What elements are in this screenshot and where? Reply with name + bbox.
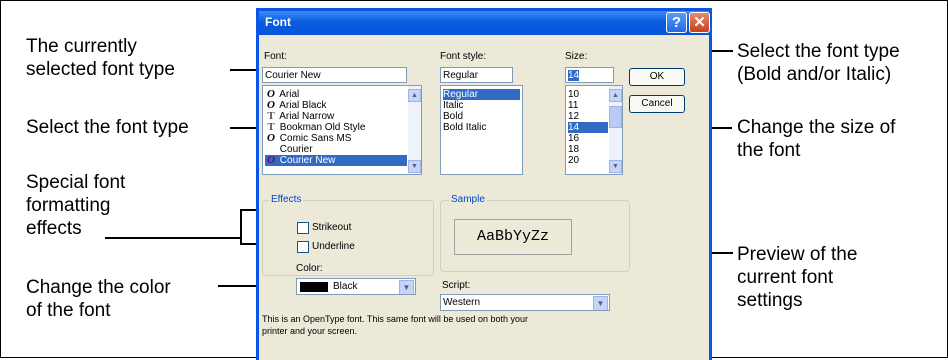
annotation-effects: Special font formatting effects <box>26 172 126 239</box>
size-input[interactable]: 14 <box>565 67 614 83</box>
annotation-selected-font: The currently selected font type <box>26 36 175 80</box>
strikeout-label: Strikeout <box>312 222 352 233</box>
font-list-item[interactable]: Courier <box>265 144 407 155</box>
opentype-icon: O <box>267 132 275 144</box>
help-button[interactable]: ? <box>666 12 687 33</box>
opentype-icon: O <box>267 154 275 166</box>
font-style-item[interactable]: Bold <box>443 111 520 122</box>
font-style-item-selected[interactable]: Regular <box>443 89 520 100</box>
chevron-down-icon[interactable]: ▼ <box>399 280 414 294</box>
annotation-style: Select the font type (Bold and/or Italic) <box>737 41 900 85</box>
size-item[interactable]: 20 <box>568 155 608 166</box>
cancel-button[interactable]: Cancel <box>629 95 685 113</box>
annotation-select-font: Select the font type <box>26 117 189 138</box>
font-list-item[interactable]: O Comic Sans MS <box>265 132 407 145</box>
font-name-input[interactable]: Courier New <box>262 67 407 83</box>
sample-title: Sample <box>449 194 487 205</box>
scroll-down-icon[interactable]: ▼ <box>408 160 421 173</box>
bracket-effects <box>240 209 242 245</box>
font-info-note: This is an OpenType font. This same font… <box>262 314 528 336</box>
annotation-preview: Preview of the current font settings <box>737 244 858 311</box>
size-item[interactable]: 18 <box>568 144 608 155</box>
font-list[interactable]: O Arial O Arial Black T Arial Narrow T B… <box>262 85 422 175</box>
size-item[interactable]: 11 <box>568 100 608 111</box>
sample-preview: AaBbYyZz <box>454 219 572 255</box>
font-label: Font: <box>264 51 287 62</box>
chevron-down-icon[interactable]: ▼ <box>593 296 608 310</box>
effects-title: Effects <box>269 194 304 205</box>
font-style-item[interactable]: Italic <box>443 100 520 111</box>
scroll-up-icon[interactable]: ▲ <box>408 89 421 102</box>
size-item-selected[interactable]: 14 <box>568 122 608 133</box>
scroll-up-icon[interactable]: ▲ <box>609 89 622 102</box>
scroll-thumb[interactable] <box>609 106 622 128</box>
close-button[interactable]: ✕ <box>689 12 710 33</box>
size-label: Size: <box>565 51 588 62</box>
scroll-down-icon[interactable]: ▼ <box>609 160 622 173</box>
color-select[interactable]: Black ▼ <box>296 278 416 295</box>
underline-label: Underline <box>312 241 355 252</box>
size-item[interactable]: 16 <box>568 133 608 144</box>
font-style-list[interactable]: Regular Italic Bold Bold Italic <box>440 85 523 175</box>
font-list-scrollbar[interactable]: ▲ ▼ <box>408 86 421 174</box>
annotation-color: Change the color of the font <box>26 277 171 321</box>
underline-checkbox[interactable] <box>297 241 309 253</box>
effects-group <box>262 200 434 276</box>
font-dialog: Font ? ✕ Font: Courier New O Arial O Ari… <box>256 8 712 360</box>
font-list-item-selected[interactable]: O Courier New <box>265 155 407 166</box>
script-select[interactable]: Western ▼ <box>440 294 610 311</box>
title-bar[interactable]: Font ? ✕ <box>259 11 710 35</box>
size-item[interactable]: 12 <box>568 111 608 122</box>
font-list-item[interactable]: T Arial Narrow <box>265 111 407 123</box>
font-style-input[interactable]: Regular <box>440 67 513 83</box>
font-style-label: Font style: <box>440 51 487 62</box>
size-item[interactable]: 10 <box>568 89 608 100</box>
script-label: Script: <box>442 280 471 291</box>
font-list-item[interactable]: O Arial Black <box>265 100 407 112</box>
font-list-item[interactable]: T Bookman Old Style <box>265 122 407 134</box>
dialog-title: Font <box>265 15 291 29</box>
size-list[interactable]: 10 11 12 14 16 18 20 ▲ ▼ <box>565 85 623 175</box>
color-label: Color: <box>296 263 323 274</box>
size-list-scrollbar[interactable]: ▲ ▼ <box>609 86 622 174</box>
ok-button[interactable]: OK <box>629 68 685 86</box>
color-swatch <box>300 282 328 292</box>
font-list-item[interactable]: O Arial <box>265 89 407 101</box>
annotation-size: Change the size of the font <box>737 117 896 161</box>
leader-line-effects <box>105 237 241 239</box>
strikeout-checkbox[interactable] <box>297 222 309 234</box>
font-style-item[interactable]: Bold Italic <box>443 122 520 133</box>
